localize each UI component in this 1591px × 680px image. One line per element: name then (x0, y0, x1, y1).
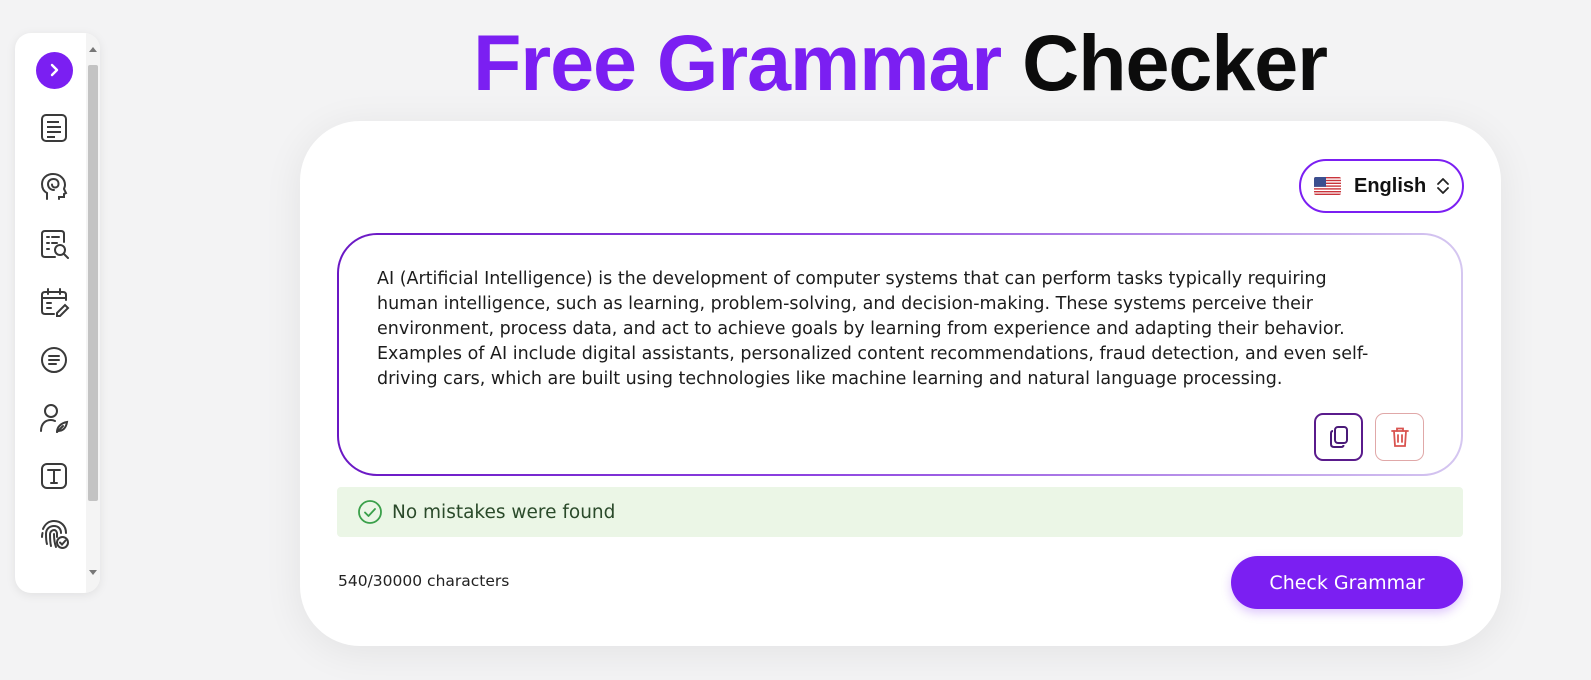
grammar-checker-card: English AI (Artificial Intelligence) is … (300, 121, 1501, 646)
brain-icon (40, 172, 68, 200)
sidebar-item-user-write[interactable] (34, 398, 74, 438)
sidebar-item-fingerprint[interactable] (34, 514, 74, 554)
copy-icon (1329, 426, 1348, 448)
status-message: No mistakes were found (392, 501, 616, 523)
text-box-icon (41, 463, 67, 489)
sidebar-item-calendar-edit[interactable] (34, 282, 74, 322)
sidebar-item-brain[interactable] (34, 166, 74, 206)
scroll-down-icon[interactable] (89, 570, 97, 575)
copy-button[interactable] (1314, 413, 1363, 461)
page-title: Free Grammar Checker (0, 18, 1591, 108)
text-editor-inner[interactable]: AI (Artificial Intelligence) is the deve… (339, 235, 1461, 474)
trash-icon (1390, 427, 1409, 447)
character-count: 540/30000 characters (338, 572, 510, 590)
document-search-icon (41, 230, 69, 259)
text-editor[interactable]: AI (Artificial Intelligence) is the deve… (337, 233, 1463, 476)
language-select[interactable]: English (1299, 159, 1464, 213)
delete-button[interactable] (1375, 413, 1424, 461)
page-title-highlight: Free Grammar (473, 18, 1002, 107)
calendar-edit-icon (41, 288, 70, 317)
editor-textarea[interactable]: AI (Artificial Intelligence) is the deve… (377, 267, 1387, 392)
us-flag-icon (1314, 177, 1341, 195)
sidebar-item-document[interactable] (34, 108, 74, 148)
scrollbar-thumb[interactable] (88, 65, 98, 501)
text-circle-icon (41, 347, 67, 373)
sidebar-scrollbar[interactable] (86, 33, 100, 593)
status-banner: No mistakes were found (337, 487, 1463, 537)
language-label: English (1354, 174, 1427, 197)
sidebar (15, 33, 100, 593)
user-write-icon (40, 404, 69, 433)
document-icon (41, 114, 67, 142)
page-title-rest: Checker (1022, 18, 1328, 107)
sidebar-icon-list (15, 33, 93, 593)
check-circle-icon (358, 500, 382, 524)
sidebar-item-text-circle[interactable] (34, 340, 74, 380)
check-grammar-button[interactable]: Check Grammar (1231, 556, 1463, 609)
sidebar-item-document-search[interactable] (34, 224, 74, 264)
chevron-up-down-icon (1436, 176, 1450, 196)
fingerprint-check-icon (41, 519, 69, 549)
sidebar-item-text-box[interactable] (34, 456, 74, 496)
